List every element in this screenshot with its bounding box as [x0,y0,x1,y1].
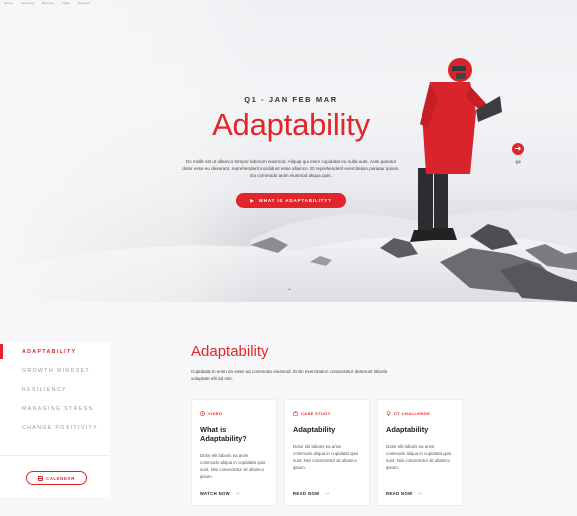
sidebar-item-resiliency[interactable]: RESILIENCY [0,380,110,399]
card-body: Dolor elit laboris ea anim commodo aliqu… [200,452,266,479]
arrow-right-icon: → [417,490,424,496]
card-body: Dolor elit laboris ea anim commodo aliqu… [386,443,452,471]
hero-title: Adaptability [212,107,370,142]
hero-button-label: WHAT IS ADAPTABILITY? [258,198,332,204]
arrow-right-icon: → [324,490,331,496]
card-link-label: WATCH NOW [200,490,231,496]
card-link-label: READ NOW [293,490,320,496]
card-ct-challenge: CT CHALLENGE Adaptability Dolor elit lab… [377,399,463,506]
play-circle-icon [200,411,205,416]
calendar-button-label: CALENDAR [46,475,75,481]
read-now-link[interactable]: READ NOW → [293,490,330,496]
play-icon: ▶ [250,197,255,203]
card-tag: VIDEO [200,410,268,417]
card-case-study: CASE STUDY Adaptability Dolor elit labor… [284,399,370,506]
card-video: VIDEO What is Adaptability? Dolor elit l… [191,399,277,506]
hero-eyebrow: Q1 - JAN FEB MAR [244,95,338,104]
card-link-label: READ NOW [386,490,413,496]
section-title: Adaptability [191,343,269,360]
hero-content: Q1 - JAN FEB MAR Adaptability Do mollit … [160,95,422,209]
next-quarter-arrow-icon[interactable]: ➔ [512,143,524,155]
sidebar-item-growth-mindset[interactable]: GROWTH MINDSET [0,361,110,380]
card-title: What is Adaptability? [200,425,247,443]
hero-section: Q1 - JAN FEB MAR Adaptability Do mollit … [0,0,577,302]
sidebar-item-managing-stress[interactable]: MANAGING STRESS [0,399,110,418]
nav-item-learning[interactable]: Learning [21,1,34,5]
what-is-adaptability-button[interactable]: ▶ WHAT IS ADAPTABILITY? [236,193,346,209]
sidebar-divider [0,455,110,456]
nav-item-tools[interactable]: Tools [62,1,70,5]
watch-now-link[interactable]: WATCH NOW → [200,490,241,496]
next-quarter-label: Q2 [515,159,521,164]
top-navigation: Home Learning Reports Tools Support [0,0,577,6]
sidebar-item-adaptability[interactable]: ADAPTABILITY [0,342,110,361]
nav-item-home[interactable]: Home [4,1,13,5]
arrow-right-icon: → [235,490,241,496]
card-tag: CASE STUDY [293,410,361,417]
nav-item-support[interactable]: Support [78,1,90,5]
calendar-icon [38,475,44,481]
card-title: Adaptability [293,425,336,434]
read-now-link[interactable]: READ NOW → [386,490,423,496]
card-tag-label: VIDEO [208,411,223,416]
section-description: Cupidatat in enim do esse ad commodo eiu… [191,369,388,382]
card-tag-label: CT CHALLENGE [394,411,431,416]
scroll-down-chevron-icon[interactable]: ⌄ [287,285,292,292]
card-body: Dolor elit laboris ea anim commodo aliqu… [293,443,359,471]
card-title: Adaptability [386,425,429,434]
lightbulb-icon [386,411,391,416]
briefcase-icon [293,411,298,416]
topic-sidebar: ADAPTABILITY GROWTH MINDSET RESILIENCY M… [0,342,110,497]
sidebar-item-change-positivity[interactable]: CHANGE POSITIVITY [0,418,110,437]
hero-description: Do mollit est ut ullamco tempor laborum … [182,159,400,179]
nav-item-reports[interactable]: Reports [42,1,54,5]
card-tag: CT CHALLENGE [386,410,454,417]
calendar-button[interactable]: CALENDAR [26,471,87,485]
card-tag-label: CASE STUDY [301,411,331,416]
